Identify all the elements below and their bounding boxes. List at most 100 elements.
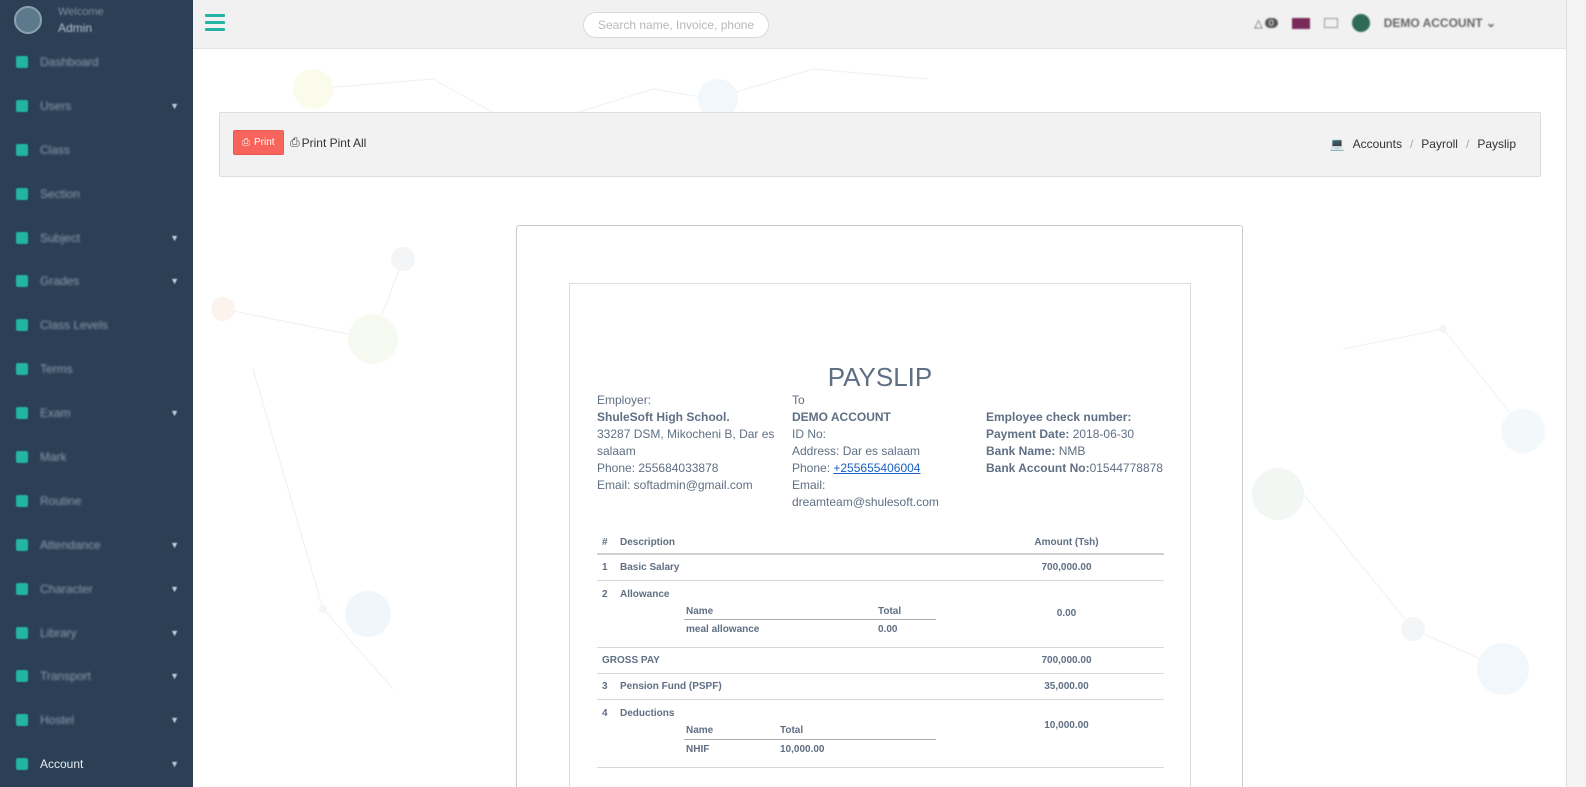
deduction-name: NHIF (686, 743, 710, 755)
sidebar-item-exam[interactable]: Exam ▼ (0, 391, 193, 435)
table-header-row: # Description Amount (Tsh) (597, 532, 1164, 555)
sidebar-item-label: Users (40, 98, 72, 113)
employer-heading: Employer: (597, 393, 652, 407)
chevron-down-icon: ▼ (170, 276, 179, 287)
row-amount: 35,000.00 (964, 673, 1164, 700)
edit-icon (16, 582, 28, 595)
sidebar-item-label: Dashboard (40, 54, 99, 69)
account-dropdown[interactable]: DEMO ACCOUNT ⌄ (1384, 16, 1496, 30)
gross-pay-label: GROSS PAY (597, 647, 964, 674)
sidebar-item-label: Character (40, 581, 93, 596)
bank-account: 01544778878 (1089, 461, 1163, 475)
sidebar-item-label: Terms (40, 362, 73, 377)
table-row: 1 Basic Salary 700,000.00 (597, 554, 1164, 581)
payslip-document: PAYSLIP Employer: ShuleSoft High School.… (569, 283, 1191, 787)
breadcrumb-payroll[interactable]: Payroll (1421, 137, 1458, 151)
users-icon (16, 99, 28, 112)
row-amount: 10,000.00 (964, 699, 1164, 768)
edit-icon (16, 275, 28, 288)
language-flag-icon[interactable] (1291, 17, 1310, 29)
scrollbar[interactable] (1566, 0, 1586, 787)
chevron-down-icon: ▼ (170, 583, 179, 594)
laptop-icon: 💻 (1329, 137, 1345, 151)
print-all-link[interactable]: ⎙ Print Pint All (290, 135, 366, 150)
sidebar-item-hostel[interactable]: Hostel ▼ (0, 698, 193, 742)
deduction-total: 10,000.00 (780, 743, 825, 755)
column-amount: Amount (Tsh) (964, 532, 1164, 555)
sidebar-item-section[interactable]: Section (0, 172, 193, 216)
sidebar-item-label: Class Levels (40, 318, 109, 333)
sidebar-item-dashboard[interactable]: Dashboard (0, 40, 193, 84)
sidebar-item-class[interactable]: Class (0, 128, 193, 172)
sidebar-item-users[interactable]: Users ▼ (0, 84, 193, 128)
table-row: 4 Deductions Name Total NHIF 10,000.00 10,… (597, 699, 1164, 768)
table-row: 2 Allowance Name Total meal allowance 0.00… (597, 580, 1164, 648)
allowance-total: 0.00 (878, 624, 898, 635)
recipient-address: Address: Dar es salaam (792, 444, 921, 458)
bank-name-label: Bank Name: (986, 444, 1056, 458)
recipient-heading: To (792, 393, 805, 407)
breadcrumb-separator: / (1465, 137, 1470, 151)
notification-button[interactable]: △ 0 (1254, 17, 1278, 30)
bank-name: NMB (1055, 444, 1086, 458)
employer-name: ShuleSoft High School. (597, 410, 730, 424)
sidebar-item-terms[interactable]: Terms (0, 347, 193, 391)
topbar-actions: △ 0 DEMO ACCOUNT ⌄ (1254, 14, 1496, 32)
chevron-down-icon: ▼ (170, 627, 179, 638)
sidebar-item-label: Exam (40, 406, 71, 421)
bank-account-label: Bank Account No: (986, 461, 1090, 475)
employer-address: 33287 DSM, Mikocheni B, Dar es salaam (597, 427, 775, 458)
row-number: 3 (597, 673, 615, 700)
envelope-icon[interactable] (1323, 18, 1338, 28)
star-icon (16, 187, 28, 200)
inner-column-total: Total (778, 723, 936, 740)
row-amount: 700,000.00 (964, 554, 1164, 581)
hamburger-menu-icon[interactable] (205, 14, 225, 32)
recipient-name: DEMO ACCOUNT (792, 410, 891, 424)
sidebar-item-class-levels[interactable]: Class Levels (0, 303, 193, 347)
user-name: Admin (58, 21, 93, 35)
sidebar-item-mark[interactable]: Mark (0, 435, 193, 479)
chevron-down-icon: ▼ (170, 539, 179, 550)
chevron-down-icon: ▼ (170, 232, 179, 243)
print-all-label: Print Pint All (301, 135, 367, 150)
row-description-cell: Deductions Name Total NHIF 10,000.00 (615, 699, 964, 768)
column-number: # (597, 532, 615, 555)
row-description: Allowance (620, 588, 670, 600)
sidebar-item-label: Subject (40, 230, 81, 245)
sidebar-item-routine[interactable]: Routine (0, 479, 193, 523)
welcome-text: Welcome (58, 6, 104, 18)
payslip-table: # Description Amount (Tsh) 1 Basic Salar… (597, 532, 1164, 768)
sidebar-item-transport[interactable]: Transport ▼ (0, 654, 193, 698)
sidebar-item-subject[interactable]: Subject ▼ (0, 216, 193, 260)
list-icon (16, 407, 28, 420)
chevron-down-icon: ▼ (170, 408, 179, 419)
sidebar-item-character[interactable]: Character ▼ (0, 567, 193, 611)
row-amount: 0.00 (964, 580, 1164, 648)
account-avatar[interactable] (1351, 14, 1370, 32)
sidebar-item-account[interactable]: Account ▼ (0, 742, 193, 787)
notification-badge: 0 (1264, 18, 1278, 28)
bed-icon (16, 714, 28, 727)
sidebar-item-label: Attendance (40, 537, 101, 552)
recipient-email: dreamteam@shulesoft.com (792, 495, 939, 509)
print-button[interactable]: ⎙ Print (233, 130, 284, 155)
clock-icon (16, 494, 28, 507)
row-number: 2 (597, 580, 615, 648)
sidebar-item-label: Hostel (40, 713, 75, 728)
payslip-container: PAYSLIP Employer: ShuleSoft High School.… (516, 225, 1243, 787)
recipient-phone-link[interactable]: +255655406004 (833, 461, 920, 475)
search-input[interactable] (583, 12, 769, 38)
list-item: meal allowance 0.00 (684, 620, 936, 640)
sidebar-item-attendance[interactable]: Attendance ▼ (0, 523, 193, 567)
avatar[interactable] (14, 6, 42, 34)
chevron-down-icon: ▼ (170, 759, 179, 770)
printer-icon: ⎙ (290, 135, 300, 149)
table-row: 3 Pension Fund (PSPF) 35,000.00 (597, 673, 1164, 700)
sidebar-item-library[interactable]: Library ▼ (0, 611, 193, 655)
sidebar-item-label: Section (40, 186, 81, 201)
sitemap-icon (16, 143, 28, 156)
breadcrumb-accounts[interactable]: Accounts (1353, 137, 1402, 151)
flask-icon (16, 450, 28, 463)
sidebar-item-grades[interactable]: Grades ▼ (0, 259, 193, 303)
